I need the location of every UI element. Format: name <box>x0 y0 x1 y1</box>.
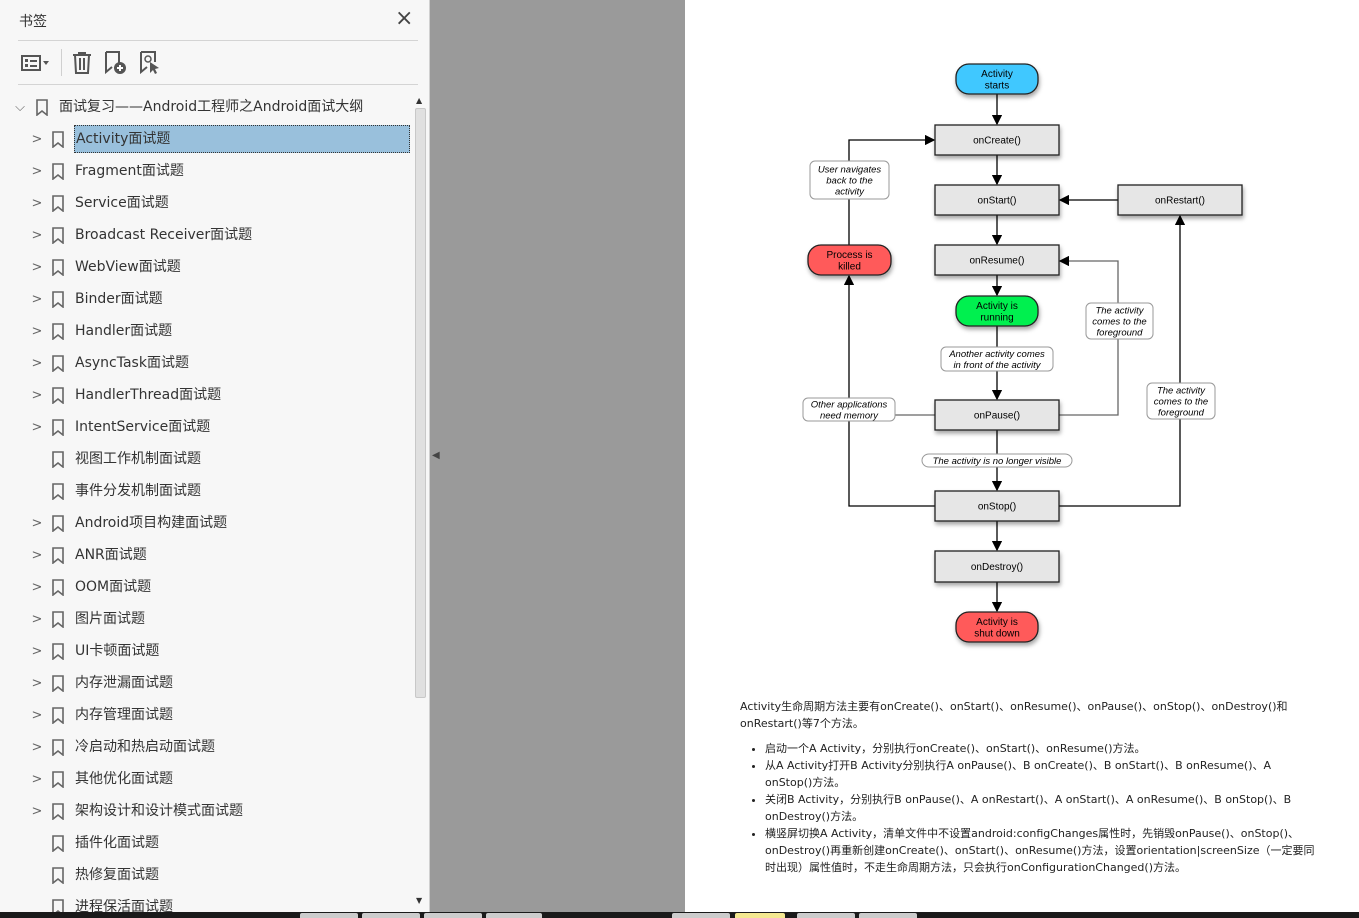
node-onRestart: onRestart() <box>1117 184 1243 216</box>
list-item: 从A Activity打开B Activity分别执行A onPause()、B… <box>765 757 1320 791</box>
diagram-text: onCreate() <box>973 136 1021 147</box>
label-foreground2: The activitycomes to theforeground <box>1146 382 1216 420</box>
label-invisible: The activity is no longer visible <box>921 453 1073 468</box>
diagram-text: onStop() <box>978 502 1016 513</box>
node-onStop: onStop() <box>934 490 1060 522</box>
node-onStart: onStart() <box>934 184 1060 216</box>
diagram-text: Other applications <box>811 399 888 410</box>
diagram-text: Activity is <box>976 301 1018 312</box>
diagram-text: onDestroy() <box>971 562 1023 573</box>
taskbar-button[interactable] <box>797 913 855 918</box>
diagram-text: foreground <box>1097 327 1144 338</box>
label-memory: Other applicationsneed memory <box>802 397 896 422</box>
node-onCreate: onCreate() <box>934 124 1060 156</box>
node-running: Activity isrunning <box>955 295 1039 327</box>
diagram-text: User navigates <box>818 164 882 175</box>
taskbar-button[interactable] <box>859 913 917 918</box>
node-shutdown: Activity isshut down <box>955 611 1039 643</box>
diagram-text: The activity <box>1095 305 1144 316</box>
diagram-text: need memory <box>820 410 879 421</box>
taskbar-button[interactable] <box>735 913 785 918</box>
diagram-text: running <box>980 312 1013 323</box>
label-another: Another activity comesin front of the ac… <box>940 346 1054 372</box>
taskbar-button[interactable] <box>300 913 358 918</box>
list-item: 启动一个A Activity，分别执行onCreate()、onStart()、… <box>765 740 1320 757</box>
label-navigate: User navigatesback to theactivity <box>809 160 890 200</box>
diagram-text: comes to the <box>1092 316 1146 327</box>
diagram-text: onResume() <box>969 256 1024 267</box>
node-start: Activitystarts <box>955 63 1039 95</box>
taskbar-button[interactable] <box>486 913 542 918</box>
list-item: 横竖屏切换A Activity，清单文件中不设置android:configCh… <box>765 825 1320 876</box>
node-killed: Process iskilled <box>807 244 892 276</box>
diagram-text: foreground <box>1158 407 1205 418</box>
lifecycle-description: Activity生命周期方法主要有onCreate()、onStart()、on… <box>740 698 1320 876</box>
edge <box>843 274 935 507</box>
diagram-text: Activity is <box>976 617 1018 628</box>
label-foreground1: The activitycomes to theforeground <box>1085 302 1154 340</box>
diagram-text: Activity <box>981 69 1013 80</box>
diagram-text: The activity <box>1157 385 1206 396</box>
diagram-text: in front of the activity <box>953 360 1041 371</box>
diagram-text: shut down <box>974 628 1020 639</box>
taskbar-button[interactable] <box>672 913 730 918</box>
diagram-text: onRestart() <box>1155 196 1205 207</box>
diagram-text: comes to the <box>1154 396 1208 407</box>
diagram-text: starts <box>985 80 1009 91</box>
diagram-text: back to the <box>826 175 872 186</box>
diagram-text: onStart() <box>978 196 1017 207</box>
diagram-text: The activity is no longer visible <box>933 456 1062 467</box>
diagram-text: Another activity comes <box>948 349 1045 360</box>
node-onResume: onResume() <box>934 244 1060 276</box>
intro-paragraph: Activity生命周期方法主要有onCreate()、onStart()、on… <box>740 700 1288 730</box>
diagram-text: onPause() <box>974 411 1020 422</box>
bullet-list: 启动一个A Activity，分别执行onCreate()、onStart()、… <box>740 740 1320 876</box>
node-onPause: onPause() <box>934 399 1060 431</box>
list-item: 关闭B Activity，分别执行B onPause()、A onRestart… <box>765 791 1320 825</box>
diagram-text: Process is <box>826 250 872 261</box>
diagram-text: killed <box>838 261 861 272</box>
node-onDestroy: onDestroy() <box>934 550 1060 583</box>
taskbar-button[interactable] <box>362 913 420 918</box>
edge <box>1059 214 1186 507</box>
diagram-text: activity <box>835 186 865 197</box>
taskbar-button[interactable] <box>424 913 482 918</box>
